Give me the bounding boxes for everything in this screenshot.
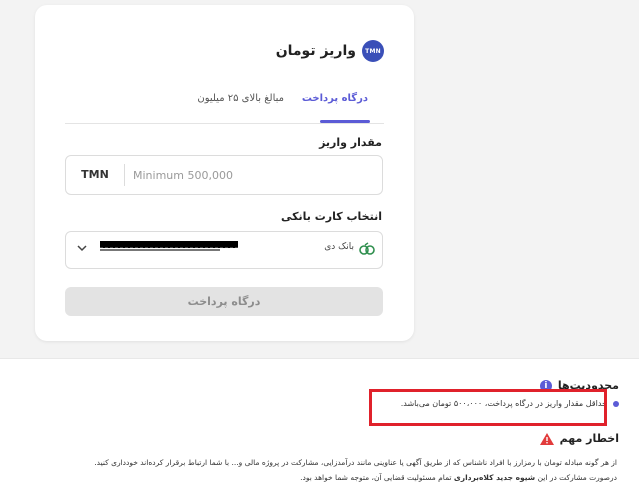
chevron-down-icon [76, 242, 90, 256]
warning-heading: اخطار مهم [539, 432, 619, 445]
tmn-logo-icon: TMN [362, 40, 384, 62]
amount-input[interactable] [125, 167, 382, 183]
highlight-box [369, 389, 607, 426]
deposit-card: TMN واریز تومان درگاه پرداخت مبالغ بالای… [35, 5, 414, 341]
bank-name: بانک دی [324, 242, 354, 252]
warning-icon [539, 432, 554, 445]
bank-logo-icon [359, 241, 375, 255]
card-select-label: انتخاب کارت بانکی [281, 210, 382, 223]
bank-card-select[interactable]: بانک دی [65, 231, 383, 269]
warning-line-1: از هر گونه مبادله تومان با رمزارز با افر… [94, 458, 617, 467]
amount-label: مقدار واریز [319, 136, 382, 149]
warning-line-2-post: تمام مسئولیت قضایی آن، متوجه شما خواهد ب… [300, 473, 452, 482]
card-header: TMN واریز تومان [276, 39, 384, 63]
warning-line-2-bold: شیوه جدید کلاه‌برداری [453, 473, 536, 482]
currency-label: TMN [66, 164, 125, 186]
page-title: واریز تومان [275, 43, 356, 59]
tab-payment-gateway[interactable]: درگاه پرداخت [302, 93, 368, 121]
tab-large-amounts[interactable]: مبالغ بالای ۲۵ میلیون [197, 93, 284, 121]
amount-field[interactable]: TMN [65, 155, 383, 195]
bullet-dot [613, 400, 619, 407]
deposit-tabs: درگاه پرداخت مبالغ بالای ۲۵ میلیون [65, 93, 384, 124]
warning-line-2-pre: درصورت مشارکت در این [537, 473, 617, 482]
warning-heading-text: اخطار مهم [559, 432, 619, 445]
submit-button[interactable]: درگاه پرداخت [65, 287, 383, 316]
redacted-card-number [100, 241, 238, 248]
active-tab-indicator [320, 120, 370, 123]
warning-line-2: درصورت مشارکت در این شیوه جدید کلاه‌بردا… [30, 473, 617, 482]
redacted-card-number-underline [100, 249, 220, 251]
